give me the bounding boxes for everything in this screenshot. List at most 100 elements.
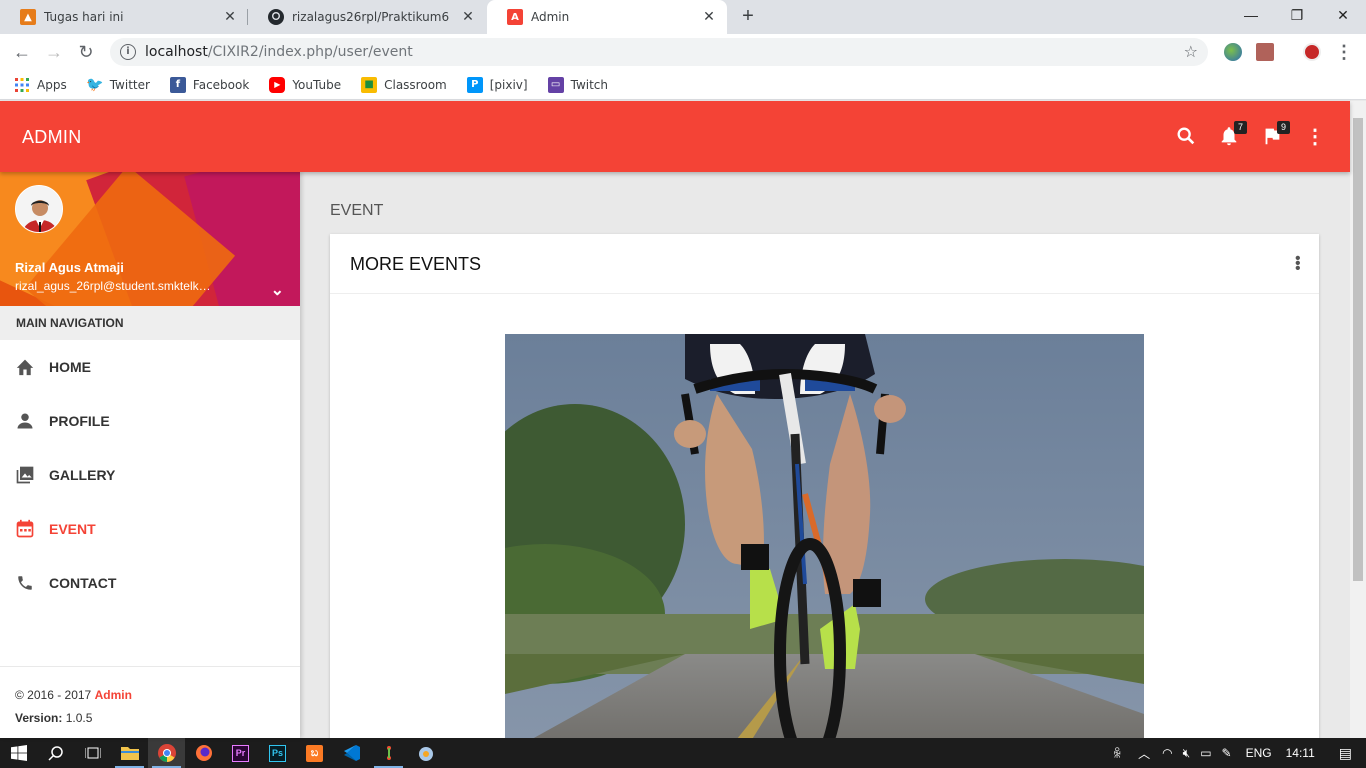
user-name: Rizal Agus Atmaji: [15, 260, 124, 275]
sidebar-item-gallery[interactable]: GALLERY: [0, 448, 300, 502]
phone-icon: [15, 573, 35, 593]
version-label: Version:: [15, 711, 63, 725]
sidebar-item-label: GALLERY: [49, 467, 116, 483]
people-icon[interactable]: ꆜ: [1113, 745, 1122, 761]
profile-avatar[interactable]: [1303, 43, 1321, 61]
event-photo-cyclist: [505, 334, 1144, 754]
bookmark-facebook[interactable]: f Facebook: [169, 76, 250, 93]
tab-tugas[interactable]: ▲ Tugas hari ini ✕: [0, 0, 248, 34]
bookmark-label: Apps: [37, 77, 67, 92]
forward-button[interactable]: →: [42, 40, 66, 64]
twitch-icon: ▭: [547, 76, 564, 93]
app-top-bar: ADMIN 7 9 ⋮: [0, 101, 1350, 172]
close-tab-icon[interactable]: ✕: [218, 9, 242, 25]
page-title: EVENT: [330, 202, 384, 219]
bookmark-classroom[interactable]: ■ Classroom: [361, 76, 447, 93]
bookmark-twitter[interactable]: 🐦 Twitter: [85, 76, 150, 93]
address-bar[interactable]: i localhost/CIXIR2/index.php/user/event …: [110, 38, 1208, 66]
classroom-icon: ▲: [20, 9, 36, 25]
bookmark-apps[interactable]: Apps: [14, 77, 67, 93]
bookmark-label: Twitch: [570, 77, 608, 92]
sidebar-item-label: CONTACT: [49, 575, 117, 591]
windows-logo-icon: [10, 745, 27, 761]
search-taskbar-icon[interactable]: [37, 738, 74, 768]
notifications-button[interactable]: 7: [1217, 121, 1247, 149]
task-count-badge: 9: [1277, 121, 1290, 134]
tab-github[interactable]: rizalagus26rpl/Praktikum6 ✕: [248, 0, 486, 34]
close-window-button[interactable]: ✕: [1320, 0, 1366, 30]
copyright-text: © 2016 - 2017: [15, 688, 95, 702]
file-explorer-icon[interactable]: [111, 738, 148, 768]
photoshop-icon[interactable]: Ps: [259, 738, 296, 768]
extension-pdf-icon[interactable]: [1256, 43, 1274, 61]
battery-icon[interactable]: ▭: [1200, 746, 1211, 760]
sidebar-footer: © 2016 - 2017 Admin Version: 1.0.5: [0, 666, 300, 738]
back-button[interactable]: ←: [10, 40, 34, 64]
bookmark-twitch[interactable]: ▭ Twitch: [547, 76, 608, 93]
sidebar-item-contact[interactable]: CONTACT: [0, 556, 300, 610]
browser-toolbar: ← → ↻ i localhost/CIXIR2/index.php/user/…: [0, 34, 1366, 70]
wifi-icon[interactable]: ◠: [1162, 746, 1172, 760]
language-indicator[interactable]: ENG: [1246, 746, 1272, 760]
events-card: MORE EVENTS • • •: [330, 234, 1319, 754]
action-center-icon[interactable]: ▤: [1339, 745, 1352, 762]
app-icon[interactable]: [407, 738, 444, 768]
chrome-taskbar-icon[interactable]: [148, 738, 185, 768]
reload-button[interactable]: ↻: [74, 40, 98, 64]
github-icon: [268, 9, 284, 25]
extension-globe-icon[interactable]: [1224, 43, 1242, 61]
admin-favicon-icon: A: [507, 9, 523, 25]
scrollbar-thumb[interactable]: [1353, 118, 1363, 581]
bookmark-label: Facebook: [192, 77, 250, 92]
close-tab-icon[interactable]: ✕: [456, 9, 480, 25]
twitter-icon: 🐦: [85, 76, 104, 93]
url-path: /CIXIR2/index.php/user/event: [207, 44, 413, 60]
system-tray: ꆜ ︿ ◠ 🔇︎ ▭ ✎ ENG 14:11 ▤: [1113, 738, 1366, 768]
left-sidebar: Rizal Agus Atmaji rizal_agus_26rpl@stude…: [0, 172, 300, 738]
footer-admin-link[interactable]: Admin: [95, 688, 132, 702]
premiere-icon[interactable]: Pr: [222, 738, 259, 768]
pen-icon[interactable]: ✎: [1222, 746, 1232, 760]
bookmarks-bar: Apps 🐦 Twitter f Facebook ▶ YouTube ■ Cl…: [0, 70, 1366, 100]
restore-button[interactable]: ❐: [1274, 0, 1320, 30]
new-tab-button[interactable]: +: [737, 5, 759, 27]
sidebar-item-label: PROFILE: [49, 413, 110, 429]
chevron-down-icon[interactable]: ⌄: [271, 280, 284, 300]
bookmark-youtube[interactable]: ▶ YouTube: [269, 76, 342, 93]
classroom-icon: ■: [361, 76, 378, 93]
task-view-icon[interactable]: [74, 738, 111, 768]
user-avatar[interactable]: [15, 185, 63, 233]
bookmark-star-icon[interactable]: ☆: [1184, 42, 1198, 61]
tasks-button[interactable]: 9: [1260, 121, 1290, 149]
sidebar-item-home[interactable]: HOME: [0, 340, 300, 394]
start-button[interactable]: [0, 738, 37, 768]
url-host: localhost: [145, 44, 208, 60]
minimize-button[interactable]: —: [1228, 0, 1274, 30]
app-brand[interactable]: ADMIN: [22, 127, 82, 148]
volume-muted-icon[interactable]: 🔇︎: [1183, 746, 1191, 761]
chrome-menu-icon[interactable]: ⋮: [1332, 40, 1356, 64]
apps-grid-icon: [14, 77, 30, 93]
card-title: MORE EVENTS: [330, 234, 1319, 294]
tab-title: rizalagus26rpl/Praktikum6: [292, 10, 450, 24]
more-vert-icon[interactable]: ⋮: [1303, 125, 1327, 149]
vscode-icon[interactable]: [333, 738, 370, 768]
sidebar-item-event[interactable]: EVENT: [0, 502, 300, 556]
git-icon[interactable]: [370, 738, 407, 768]
browser-tab-strip: ▲ Tugas hari ini ✕ rizalagus26rpl/Prakti…: [0, 0, 1366, 34]
bookmark-pixiv[interactable]: P [pixiv]: [466, 76, 528, 93]
page-scrollbar[interactable]: [1350, 101, 1366, 738]
search-icon[interactable]: [1174, 125, 1198, 149]
card-menu-icon[interactable]: • • •: [1295, 251, 1301, 277]
tab-admin[interactable]: A Admin ✕: [487, 0, 727, 34]
person-icon: [15, 411, 35, 431]
firefox-icon[interactable]: [185, 738, 222, 768]
info-icon[interactable]: i: [120, 44, 136, 60]
youtube-icon: ▶: [269, 76, 286, 93]
clock[interactable]: 14:11: [1286, 746, 1315, 760]
chevron-up-icon[interactable]: ︿: [1138, 745, 1150, 762]
xampp-icon[interactable]: ಬ: [296, 738, 333, 768]
close-tab-icon[interactable]: ✕: [697, 9, 721, 25]
sidebar-item-profile[interactable]: PROFILE: [0, 394, 300, 448]
bookmark-label: YouTube: [292, 77, 342, 92]
